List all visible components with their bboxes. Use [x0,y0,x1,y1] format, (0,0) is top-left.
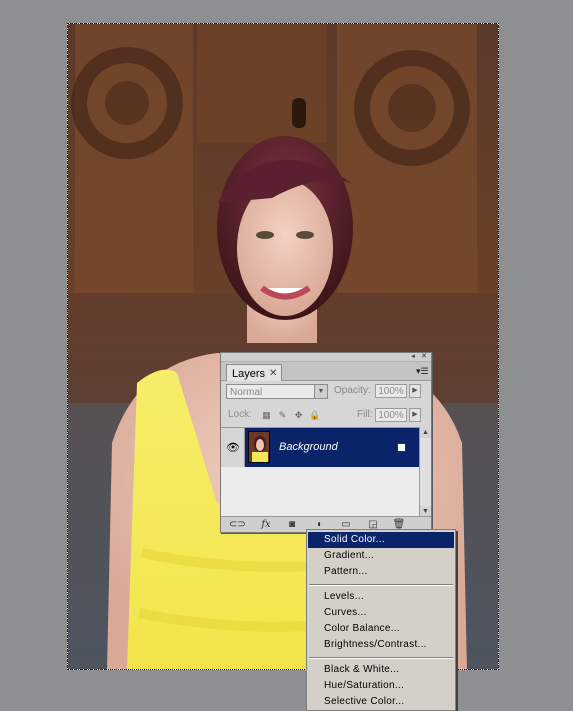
panel-titlebar[interactable]: ◂ ✕ [221,353,431,362]
fill-slider-arrow-icon[interactable]: ▶ [409,408,421,422]
adjustment-layer-menu: Solid Color... Gradient... Pattern... Le… [306,529,456,711]
opacity-slider-arrow-icon[interactable]: ▶ [409,384,421,398]
opacity-input[interactable]: 100% [375,384,407,398]
collapse-icon[interactable]: ◂ [409,353,417,360]
blend-mode-value: Normal [230,387,263,398]
layer-name: Background [279,441,338,453]
menu-item-solid-color[interactable]: Solid Color... [308,532,454,548]
fx-icon[interactable]: fx [257,518,275,531]
layers-list: 👁 Background [221,427,419,518]
fill-input[interactable]: 100% [375,408,407,422]
layer-selected-area[interactable]: Background [245,428,419,467]
layers-scrollbar[interactable]: ▲ ▼ [419,427,431,517]
chevron-down-icon[interactable]: ▼ [314,385,327,398]
lock-all-icon[interactable]: 🔒 [309,410,320,421]
lock-position-icon[interactable]: ✥ [293,410,304,421]
panel-close-icon[interactable]: ✕ [420,353,428,360]
opacity-label: Opacity: [334,385,371,396]
menu-item-selective-color[interactable]: Selective Color... [308,694,454,710]
menu-item-pattern[interactable]: Pattern... [308,564,454,580]
menu-separator [309,657,453,659]
menu-item-color-balance[interactable]: Color Balance... [308,621,454,637]
blend-mode-select[interactable]: Normal ▼ [226,384,328,399]
panel-tab-row: Layers ✕ ▾☰ [221,362,431,382]
panel-menu-icon[interactable]: ▾☰ [416,366,429,376]
menu-item-gradient[interactable]: Gradient... [308,548,454,564]
menu-item-hue-saturation[interactable]: Hue/Saturation... [308,678,454,694]
menu-item-curves[interactable]: Curves... [308,605,454,621]
tab-layers[interactable]: Layers ✕ [226,364,283,382]
eye-icon[interactable]: 👁 [226,441,240,454]
layer-thumbnail [248,431,270,463]
tab-close-icon[interactable]: ✕ [269,368,277,379]
tab-layers-label: Layers [232,367,266,380]
menu-item-levels[interactable]: Levels... [308,589,454,605]
lock-image-icon[interactable]: ✎ [277,410,288,421]
menu-separator [309,584,453,586]
scroll-up-icon[interactable]: ▲ [420,427,431,438]
menu-item-black-white[interactable]: Black & White... [308,662,454,678]
lock-row: Lock: ▦ ✎ ✥ 🔒 Fill: 100% ▶ [221,404,431,426]
blend-row: Normal ▼ Opacity: 100% ▶ [221,381,431,403]
lock-transparent-icon[interactable]: ▦ [261,410,272,421]
menu-item-brightness-contrast[interactable]: Brightness/Contrast... [308,637,454,653]
layers-panel[interactable]: ◂ ✕ Layers ✕ ▾☰ Normal ▼ Opacity: 100% ▶… [220,352,432,533]
fill-label: Fill: [357,409,373,420]
link-layers-icon[interactable]: ⊂⊃ [229,518,246,531]
layer-row[interactable]: 👁 Background [221,428,419,467]
layer-lock-icon [397,443,406,452]
lock-label: Lock: [228,409,252,420]
add-mask-icon[interactable]: ◙ [285,518,299,531]
visibility-toggle[interactable]: 👁 [221,428,245,467]
